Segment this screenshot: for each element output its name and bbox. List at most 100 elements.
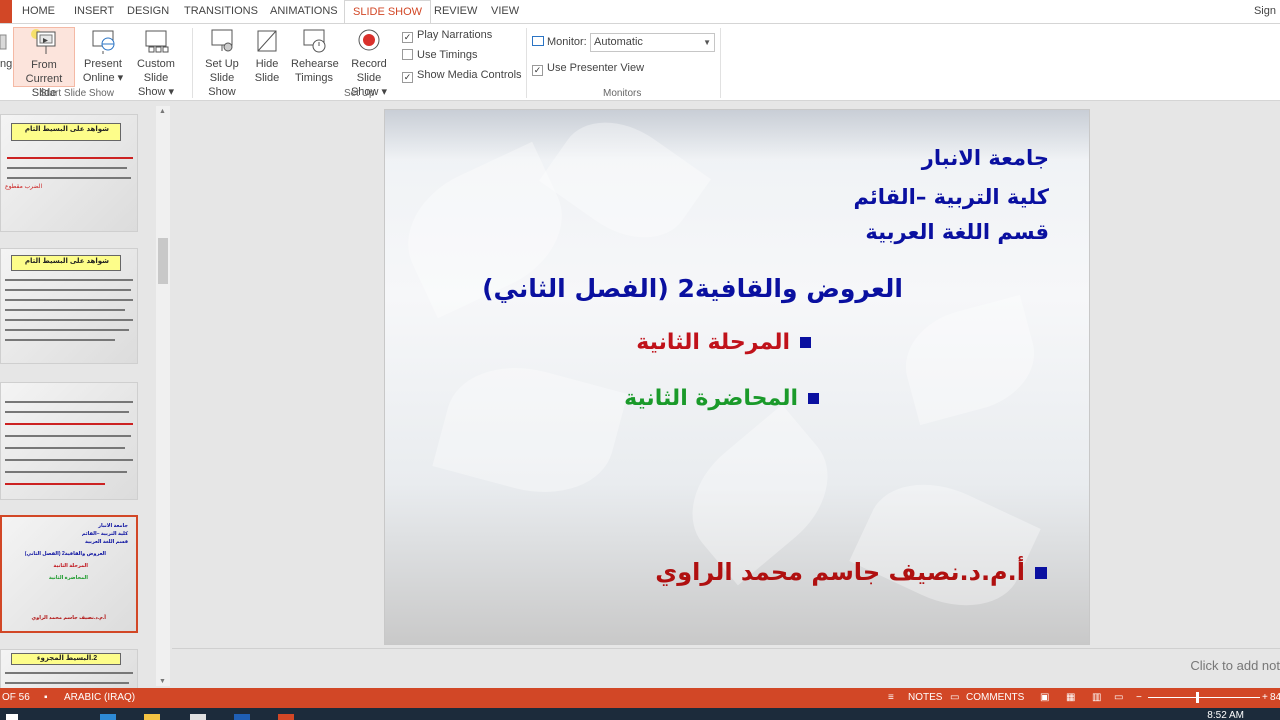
thumbnails-scrollbar[interactable]: ▲ ▼	[156, 106, 170, 686]
tab-design[interactable]: DESIGN	[119, 0, 177, 23]
custom-show-icon	[143, 27, 169, 55]
powerpoint-icon[interactable]	[278, 714, 294, 720]
from-current-slide-button[interactable]: From Current Slide	[13, 27, 75, 99]
reading-view-icon[interactable]: ▥	[1092, 688, 1101, 708]
zoom-slider-knob[interactable]	[1196, 692, 1199, 703]
zoom-out-icon[interactable]: −	[1136, 688, 1142, 708]
slide-editor: جامعة الانبار كلية التربية –القائم قسم ا…	[172, 102, 1280, 688]
monitor-label-row: Monitor:	[532, 35, 587, 50]
notes-placeholder[interactable]: Click to add not	[1190, 658, 1280, 673]
group-separator	[192, 28, 193, 98]
group-separator	[720, 28, 721, 98]
slide-university: جامعة الانبار	[921, 146, 1049, 170]
start-icon[interactable]	[6, 714, 18, 720]
slide-thumbnail[interactable]: 2.البسيط المجزوء	[0, 649, 138, 688]
tab-view[interactable]: VIEW	[483, 0, 527, 23]
group-separator	[526, 28, 527, 98]
play-narrations-checkbox[interactable]: ✓ Play Narrations	[402, 28, 492, 43]
background-leaf	[849, 461, 1041, 629]
zoom-in-icon[interactable]: +	[1262, 688, 1268, 708]
slide-stage-text: المرحلة الثانية	[636, 330, 790, 355]
tab-home[interactable]: HOME	[14, 0, 63, 23]
from-current-label-1: From	[31, 59, 57, 71]
rehearse-timings-button[interactable]: Rehearse Timings	[291, 27, 339, 85]
setup-label-1: Set Up	[205, 58, 239, 70]
use-presenter-view-label: Use Presenter View	[547, 62, 645, 74]
notes-icon: ≡	[888, 692, 894, 703]
language-indicator[interactable]: ARABIC (IRAQ)	[64, 688, 135, 708]
tab-slide-show[interactable]: SLIDE SHOW	[344, 0, 432, 24]
present-online-icon	[90, 27, 116, 55]
thumb-line-5: المرحلة الثانية	[53, 563, 88, 569]
monitor-select[interactable]: Automatic ▼	[590, 33, 715, 52]
from-beginning-icon	[0, 27, 10, 59]
slide-college: كلية التربية –القائم	[853, 185, 1049, 209]
present-online-button[interactable]: Present Online ▾	[80, 27, 126, 85]
tab-review[interactable]: REVIEW	[426, 0, 485, 23]
scroll-down-icon[interactable]: ▼	[159, 678, 166, 685]
custom-show-label-1: Custom Slide	[137, 58, 175, 84]
use-presenter-view-check[interactable]: ✓	[532, 65, 543, 76]
notes-divider[interactable]	[172, 648, 1280, 649]
file-tab[interactable]	[0, 0, 12, 23]
group-label-start-slide-show: Start Slide Show	[40, 88, 114, 99]
sign-in-link[interactable]: Sign	[1254, 0, 1276, 23]
tab-transitions[interactable]: TRANSITIONS	[176, 0, 266, 23]
slide-thumbnail[interactable]: شواهد على البسيط التام الضرب مقطوع	[0, 114, 138, 232]
taskbar-clock[interactable]: 8:52 AM	[1207, 710, 1244, 720]
thumb-line-1: جامعة الانبار	[98, 523, 128, 529]
chevron-down-icon: ▼	[703, 38, 711, 47]
hide-slide-label-1: Hide	[255, 58, 279, 70]
bullet-square-icon	[1035, 567, 1047, 579]
show-media-controls-label: Show Media Controls	[417, 69, 522, 81]
tab-animations[interactable]: ANIMATIONS	[262, 0, 346, 23]
use-presenter-view-checkbox[interactable]: ✓ Use Presenter View	[532, 61, 644, 76]
slide-thumbnails-pane: شواهد على البسيط التام الضرب مقطوع شواهد…	[0, 102, 172, 688]
slide-thumbnail-selected[interactable]: جامعة الانبار كلية التربية –القائم قسم ا…	[0, 515, 138, 633]
slide-bullet-stage: المرحلة الثانية	[636, 330, 811, 355]
monitor-label: Monitor:	[547, 36, 587, 48]
show-media-controls-checkbox[interactable]: ✓ Show Media Controls	[402, 68, 522, 83]
current-slide[interactable]: جامعة الانبار كلية التربية –القائم قسم ا…	[384, 109, 1090, 645]
explorer-icon[interactable]	[144, 714, 160, 720]
play-narrations-check[interactable]: ✓	[402, 32, 413, 43]
use-timings-checkbox[interactable]: Use Timings	[402, 48, 478, 63]
tab-insert[interactable]: INSERT	[66, 0, 122, 23]
hide-slide-button[interactable]: Hide Slide	[252, 27, 282, 85]
custom-slide-show-button[interactable]: Custom Slide Show ▾	[124, 27, 188, 99]
thumb-title: شواهد على البسيط التام	[24, 126, 110, 133]
scroll-up-icon[interactable]: ▲	[159, 108, 166, 115]
comments-button[interactable]: COMMENTS	[966, 688, 1024, 708]
notes-button[interactable]: NOTES	[908, 688, 942, 708]
ribbon-slide-show: ng From Current Slide Present Online ▾ C…	[0, 23, 1280, 101]
app-icon[interactable]	[234, 714, 250, 720]
slide-course-title: العروض والقافية2 (الفصل الثاني)	[482, 274, 903, 303]
slide-thumbnail[interactable]	[0, 382, 138, 500]
slide-bullet-lecture: المحاضرة الثانية	[624, 386, 819, 411]
slide-author-text: أ.م.د.نصيف جاسم محمد الراوي	[655, 558, 1025, 586]
zoom-level[interactable]: 84	[1270, 688, 1280, 708]
slideshow-view-icon[interactable]: ▭	[1114, 688, 1123, 708]
use-timings-check[interactable]	[402, 49, 413, 60]
show-media-controls-check[interactable]: ✓	[402, 72, 413, 83]
chrome-icon[interactable]	[190, 714, 206, 720]
zoom-slider[interactable]	[1148, 697, 1260, 698]
slide-lecture-text: المحاضرة الثانية	[624, 386, 798, 411]
from-beginning-button[interactable]: ng	[0, 57, 12, 71]
rehearse-label-1: Rehearse	[291, 58, 339, 70]
rehearse-label-2: Timings	[294, 72, 334, 84]
group-label-set-up: Set Up	[344, 88, 375, 99]
monitor-icon	[532, 36, 544, 46]
use-timings-label: Use Timings	[417, 49, 478, 61]
edge-icon[interactable]	[100, 714, 116, 720]
slide-bullet-author: أ.م.د.نصيف جاسم محمد الراوي	[655, 558, 1047, 586]
set-up-slide-show-button[interactable]: Set Up Slide Show	[195, 27, 249, 99]
play-from-current-icon	[31, 28, 57, 56]
play-narrations-label: Play Narrations	[417, 29, 493, 41]
slide-counter: OF 56	[2, 692, 30, 703]
slide-thumbnail[interactable]: شواهد على البسيط التام	[0, 248, 138, 364]
background-leaf	[432, 350, 628, 510]
scrollbar-thumb[interactable]	[158, 238, 168, 284]
normal-view-icon[interactable]: ▣	[1040, 688, 1049, 708]
slide-sorter-icon[interactable]: ▦	[1066, 688, 1075, 708]
